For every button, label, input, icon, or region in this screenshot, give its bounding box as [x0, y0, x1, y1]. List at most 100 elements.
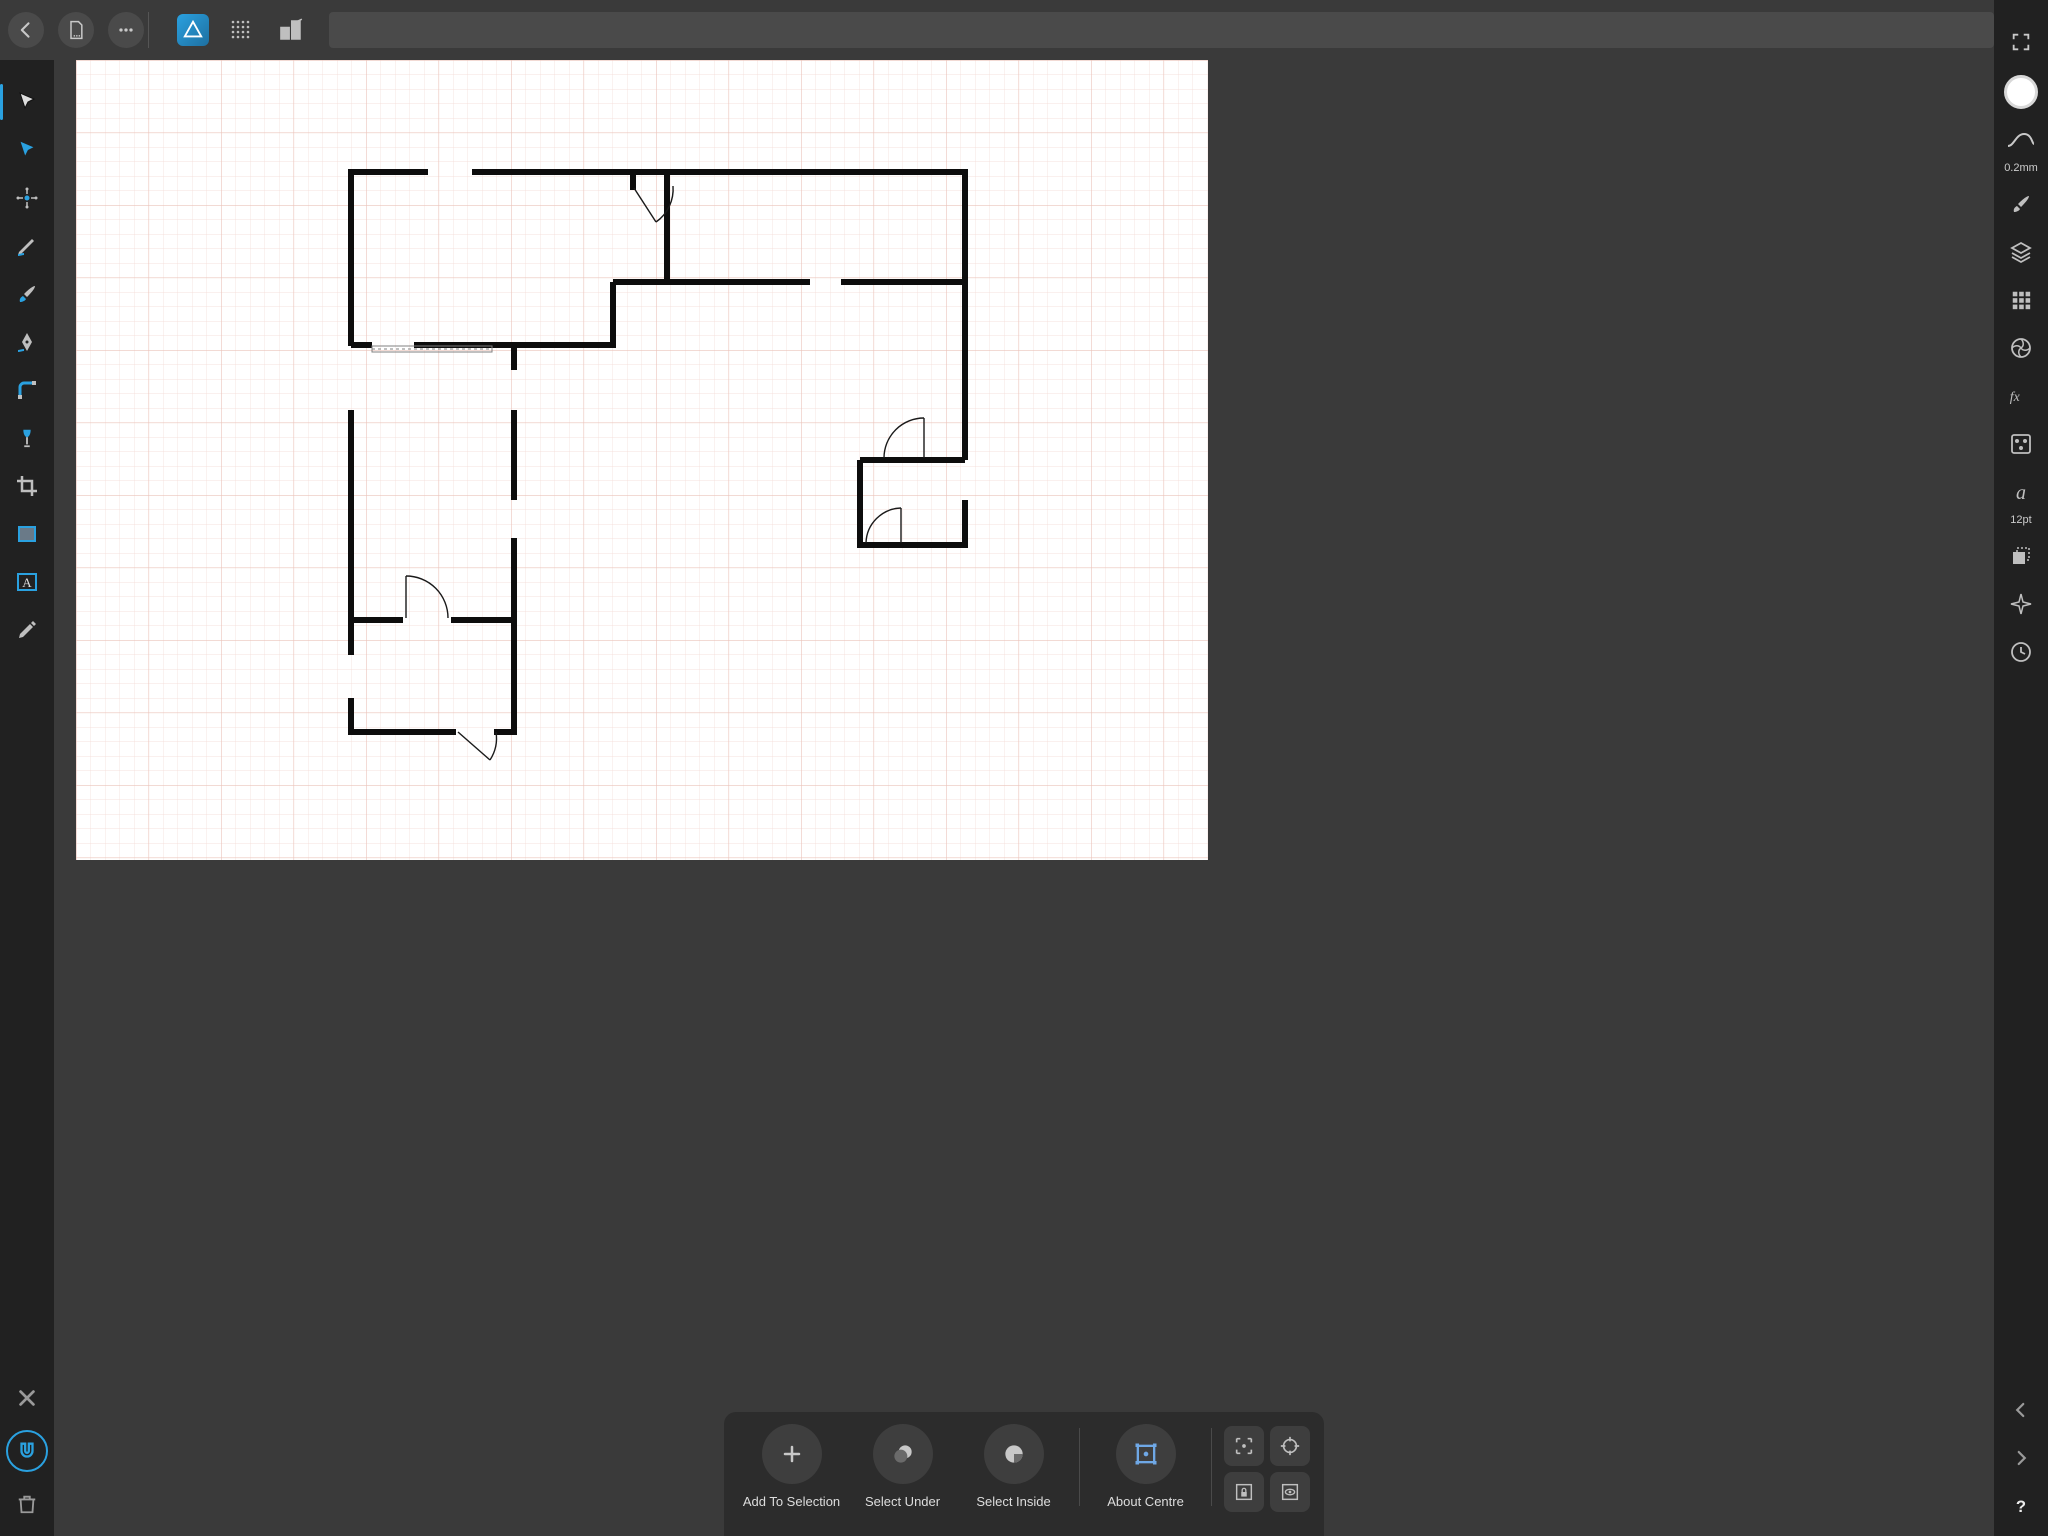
canvas-page[interactable]	[76, 60, 1208, 860]
hide-button[interactable]	[1270, 1472, 1310, 1512]
about-centre-icon	[1132, 1440, 1160, 1468]
trash-button[interactable]	[9, 1486, 45, 1522]
about-centre-button[interactable]	[1116, 1424, 1176, 1484]
lock-children-button[interactable]	[1224, 1472, 1264, 1512]
adjustments-panel-button[interactable]	[2003, 330, 2039, 366]
fullscreen-icon	[2010, 31, 2032, 53]
more-button[interactable]	[108, 12, 144, 48]
layers-panel-button[interactable]	[2003, 234, 2039, 270]
crop-icon	[15, 474, 39, 498]
persona-button[interactable]	[177, 14, 209, 46]
svg-text:?: ?	[2016, 1497, 2026, 1516]
channels-panel-button[interactable]	[2003, 426, 2039, 462]
plus-icon	[780, 1442, 804, 1466]
select-under-icon	[890, 1441, 916, 1467]
compass-icon	[2009, 592, 2033, 616]
history-icon	[2009, 640, 2033, 664]
back-button[interactable]	[8, 12, 44, 48]
question-icon: ?	[2011, 1496, 2031, 1516]
right-toolbar: 0.2mm fx a 12pt ?	[1994, 0, 2048, 1536]
alignment-button[interactable]	[1224, 1426, 1264, 1466]
corner-icon	[15, 378, 39, 402]
context-toolbar: Add To Selection Select Under Select Ins…	[724, 1412, 1324, 1536]
grid-icon	[2010, 289, 2032, 311]
divider	[148, 12, 149, 48]
node-cursor-icon	[16, 139, 38, 161]
character-panel-button[interactable]: a	[2003, 474, 2039, 510]
corner-tool[interactable]	[9, 372, 45, 408]
prev-button[interactable]	[2003, 1392, 2039, 1428]
eyedropper-tool[interactable]	[9, 612, 45, 648]
brush-tool[interactable]	[9, 276, 45, 312]
ctx-label: About Centre	[1107, 1494, 1184, 1509]
fx-panel-button[interactable]: fx	[2003, 378, 2039, 414]
color-well[interactable]	[2003, 74, 2039, 110]
left-toolbar: A	[0, 60, 54, 1536]
next-button[interactable]	[2003, 1440, 2039, 1476]
stroke-curve-icon	[2006, 130, 2036, 150]
x-icon	[16, 1387, 38, 1409]
node-tool[interactable]	[9, 132, 45, 168]
shape-tool[interactable]	[9, 516, 45, 552]
arrow-left-icon	[16, 20, 36, 40]
chevron-right-icon	[2012, 1449, 2030, 1467]
text-tool[interactable]: A	[9, 564, 45, 600]
move-tool[interactable]	[9, 84, 45, 120]
font-size-label: 12pt	[2010, 514, 2031, 526]
color-swatch	[2004, 75, 2038, 109]
target-button[interactable]	[1270, 1426, 1310, 1466]
document-menu-button[interactable]	[58, 12, 94, 48]
brush-icon	[15, 282, 39, 306]
top-toolbar	[0, 0, 2048, 60]
stroke-panel-button[interactable]	[2003, 122, 2039, 158]
grid-dots-button[interactable]	[223, 12, 259, 48]
dots-icon	[116, 20, 136, 40]
transform-icon	[2009, 544, 2033, 568]
transform-panel-button[interactable]	[2003, 538, 2039, 574]
point-transform-icon	[15, 186, 39, 210]
snapping-button[interactable]	[6, 1430, 48, 1472]
stroke-width-label: 0.2mm	[2004, 162, 2038, 174]
canvas-content	[76, 60, 1208, 860]
swatches-panel-button[interactable]	[2003, 282, 2039, 318]
persona-icon	[182, 19, 204, 41]
fill-tool[interactable]	[9, 420, 45, 456]
navigator-panel-button[interactable]	[2003, 586, 2039, 622]
svg-text:a: a	[2016, 482, 2026, 504]
aperture-icon	[2009, 336, 2033, 360]
crop-tool[interactable]	[9, 468, 45, 504]
document-icon	[66, 20, 86, 40]
constraints-button[interactable]	[273, 12, 309, 48]
channels-icon	[2009, 432, 2033, 456]
add-to-selection-button[interactable]	[762, 1424, 822, 1484]
eyedropper-icon	[15, 618, 39, 642]
pencil-icon	[15, 234, 39, 258]
help-button[interactable]: ?	[2003, 1488, 2039, 1524]
discard-button[interactable]	[9, 1380, 45, 1416]
divider	[1211, 1428, 1212, 1506]
header-spacer	[329, 12, 1994, 48]
pencil-tool[interactable]	[9, 228, 45, 264]
select-inside-button[interactable]	[984, 1424, 1044, 1484]
align-icon	[1233, 1435, 1255, 1457]
brush-panel-button[interactable]	[2003, 186, 2039, 222]
layers-icon	[2009, 240, 2033, 264]
pen-tool[interactable]	[9, 324, 45, 360]
fx-icon: fx	[2008, 386, 2034, 406]
cursor-icon	[15, 90, 39, 114]
history-panel-button[interactable]	[2003, 634, 2039, 670]
lock-box-icon	[1233, 1481, 1255, 1503]
ctx-label: Select Under	[865, 1494, 940, 1509]
paintbrush-icon	[2009, 192, 2033, 216]
magnet-icon	[16, 1440, 38, 1462]
ctx-label: Add To Selection	[743, 1494, 840, 1509]
fullscreen-button[interactable]	[2003, 24, 2039, 60]
canvas-viewport[interactable]: Add To Selection Select Under Select Ins…	[54, 60, 1994, 1536]
select-under-button[interactable]	[873, 1424, 933, 1484]
trash-icon	[16, 1493, 38, 1515]
target-icon	[1279, 1435, 1301, 1457]
character-a-icon: a	[2009, 480, 2033, 504]
point-transform-tool[interactable]	[9, 180, 45, 216]
pen-nib-icon	[15, 330, 39, 354]
wine-glass-icon	[16, 426, 38, 450]
